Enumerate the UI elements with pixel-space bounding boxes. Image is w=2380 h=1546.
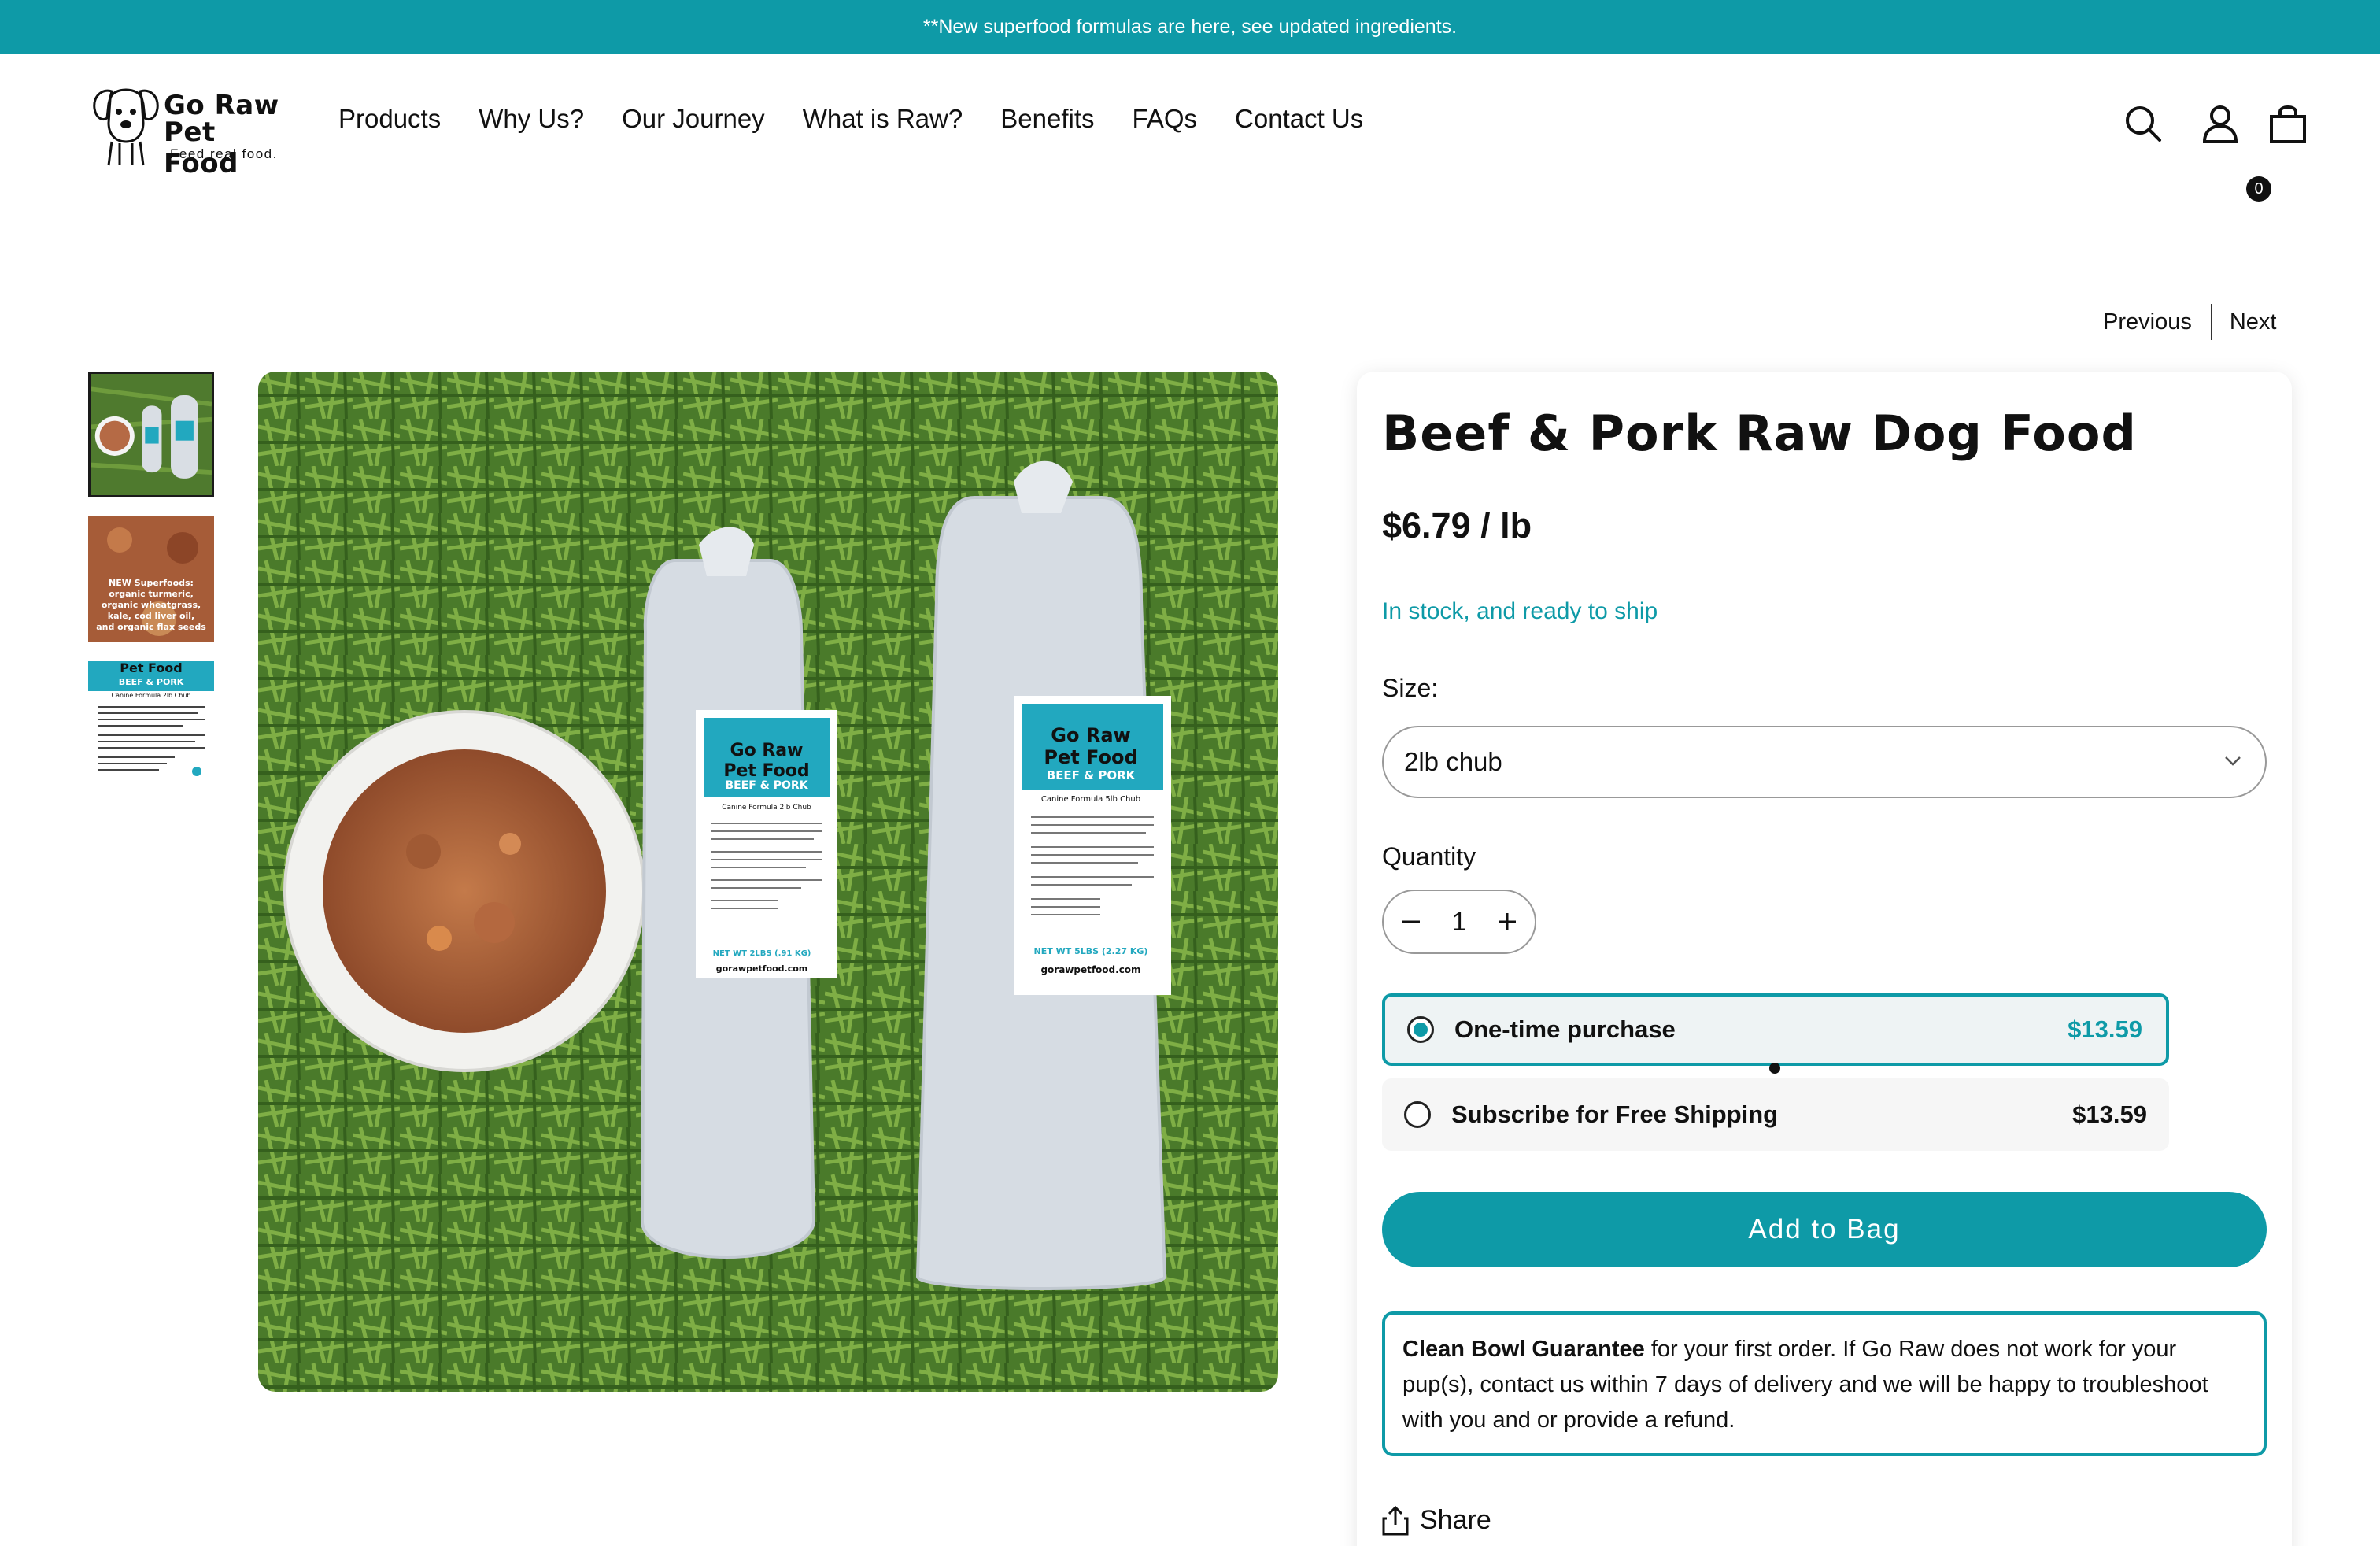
image-product-text: BEEF & PORK [1047,768,1136,782]
next-link[interactable]: Next [2230,309,2277,335]
image-brand-text: Go Raw [1051,724,1130,746]
radio-icon[interactable] [1404,1101,1431,1128]
thumbnail-image: Pet Food BEEF & PORK Canine Formula 2lb … [88,661,214,787]
main-product-image[interactable]: Go Raw Pet Food BEEF & PORK Canine Formu… [258,372,1278,1392]
logo[interactable]: Go Raw Pet Food Feed real food. [88,77,293,179]
image-brand-text: Pet Food [723,761,809,781]
thumbnail-text: NEW Superfoods: [109,578,194,588]
add-to-bag-button[interactable]: Add to Bag [1382,1192,2267,1267]
nav-products[interactable]: Products [338,104,441,134]
thumbnail-text: Canine Formula 2lb Chub [112,692,191,699]
quantity-stepper: 1 [1382,890,1536,954]
image-weight-text: NET WT 5LBS (2.27 KG) [1034,946,1148,956]
logo-tagline: Feed real food. [170,146,278,161]
size-label: Size: [1382,674,1439,702]
guarantee-title: Clean Bowl Guarantee [1402,1337,1645,1362]
account-icon[interactable] [2199,102,2241,145]
site-header: Go Raw Pet Food Feed real food. Products… [0,54,2380,202]
cursor-dot [1769,1063,1780,1074]
dog-logo-icon [93,88,159,166]
thumbnail-2[interactable]: NEW Superfoods: organic turmeric, organi… [88,516,214,642]
plus-icon[interactable] [1497,912,1517,932]
previous-link[interactable]: Previous [2103,309,2192,335]
option-label: One-time purchase [1454,1015,1676,1043]
image-sub-text: Canine Formula 2lb Chub [722,804,811,812]
image-product-text: BEEF & PORK [725,779,808,792]
size-select-value: 2lb chub [1404,747,1502,776]
image-website-text: gorawpetfood.com [1040,964,1140,975]
nav-contact-us[interactable]: Contact Us [1235,104,1363,134]
nav-benefits[interactable]: Benefits [1000,104,1094,134]
one-time-purchase-option[interactable]: One-time purchase $13.59 [1382,993,2169,1066]
nav-what-is-raw[interactable]: What is Raw? [803,104,963,134]
thumbnail-1[interactable] [88,372,214,497]
share-label: Share [1420,1505,1491,1535]
share-button[interactable]: Share [1382,1505,1491,1536]
option-price: $13.59 [2068,1015,2142,1043]
thumbnail-image [91,374,212,495]
image-weight-text: NET WT 2LBS (.91 KG) [713,949,811,958]
product-price: $6.79 / lb [1382,505,1532,546]
stock-status: In stock, and ready to ship [1382,598,1658,624]
clean-bowl-guarantee: Clean Bowl Guarantee for your first orde… [1382,1311,2267,1456]
thumbnail-image: NEW Superfoods: organic turmeric, organi… [88,516,214,642]
product-photo: Go Raw Pet Food BEEF & PORK Canine Formu… [258,372,1278,1392]
thumbnail-text: BEEF & PORK [119,677,184,687]
nav-faqs[interactable]: FAQs [1133,104,1198,134]
minus-icon[interactable] [1401,912,1421,932]
thumbnail-text: and organic flax seeds [96,622,206,632]
quantity-label: Quantity [1382,842,1476,871]
nav-our-journey[interactable]: Our Journey [622,104,765,134]
product-info-panel: Beef & Pork Raw Dog Food $6.79 / lb In s… [1357,372,2292,1546]
bag-icon[interactable] [2267,102,2309,145]
product-pagination: Previous Next [2103,304,2276,340]
size-select[interactable]: 2lb chub [1382,726,2267,798]
option-price: $13.59 [2072,1100,2147,1128]
announcement-text: **New superfood formulas are here, see u… [922,15,1458,38]
search-icon[interactable] [2122,102,2164,145]
image-brand-text: Pet Food [1044,746,1137,768]
nav-why-us[interactable]: Why Us? [479,104,584,134]
thumbnail-text: kale, cod liver oil, [108,611,194,621]
image-website-text: gorawpetfood.com [716,963,808,974]
thumbnail-text: Pet Food [120,661,183,675]
divider [2210,304,2212,340]
main-nav: Products Why Us? Our Journey What is Raw… [338,104,1401,134]
subscribe-option[interactable]: Subscribe for Free Shipping $13.59 [1382,1078,2169,1151]
image-sub-text: Canine Formula 5lb Chub [1041,795,1140,804]
announcement-bar: **New superfood formulas are here, see u… [0,0,2380,54]
cart-count-badge: 0 [2246,176,2271,202]
thumbnail-text: organic turmeric, [109,589,194,599]
product-title: Beef & Pork Raw Dog Food [1382,405,2137,462]
share-icon [1382,1505,1409,1535]
radio-selected-icon[interactable] [1407,1016,1434,1043]
chevron-down-icon [2225,756,2241,766]
thumbnail-3[interactable]: Pet Food BEEF & PORK Canine Formula 2lb … [88,661,214,787]
option-label: Subscribe for Free Shipping [1451,1100,1779,1128]
quantity-value[interactable]: 1 [1452,907,1466,937]
image-brand-text: Go Raw [730,741,804,760]
thumbnail-text: organic wheatgrass, [102,600,201,610]
